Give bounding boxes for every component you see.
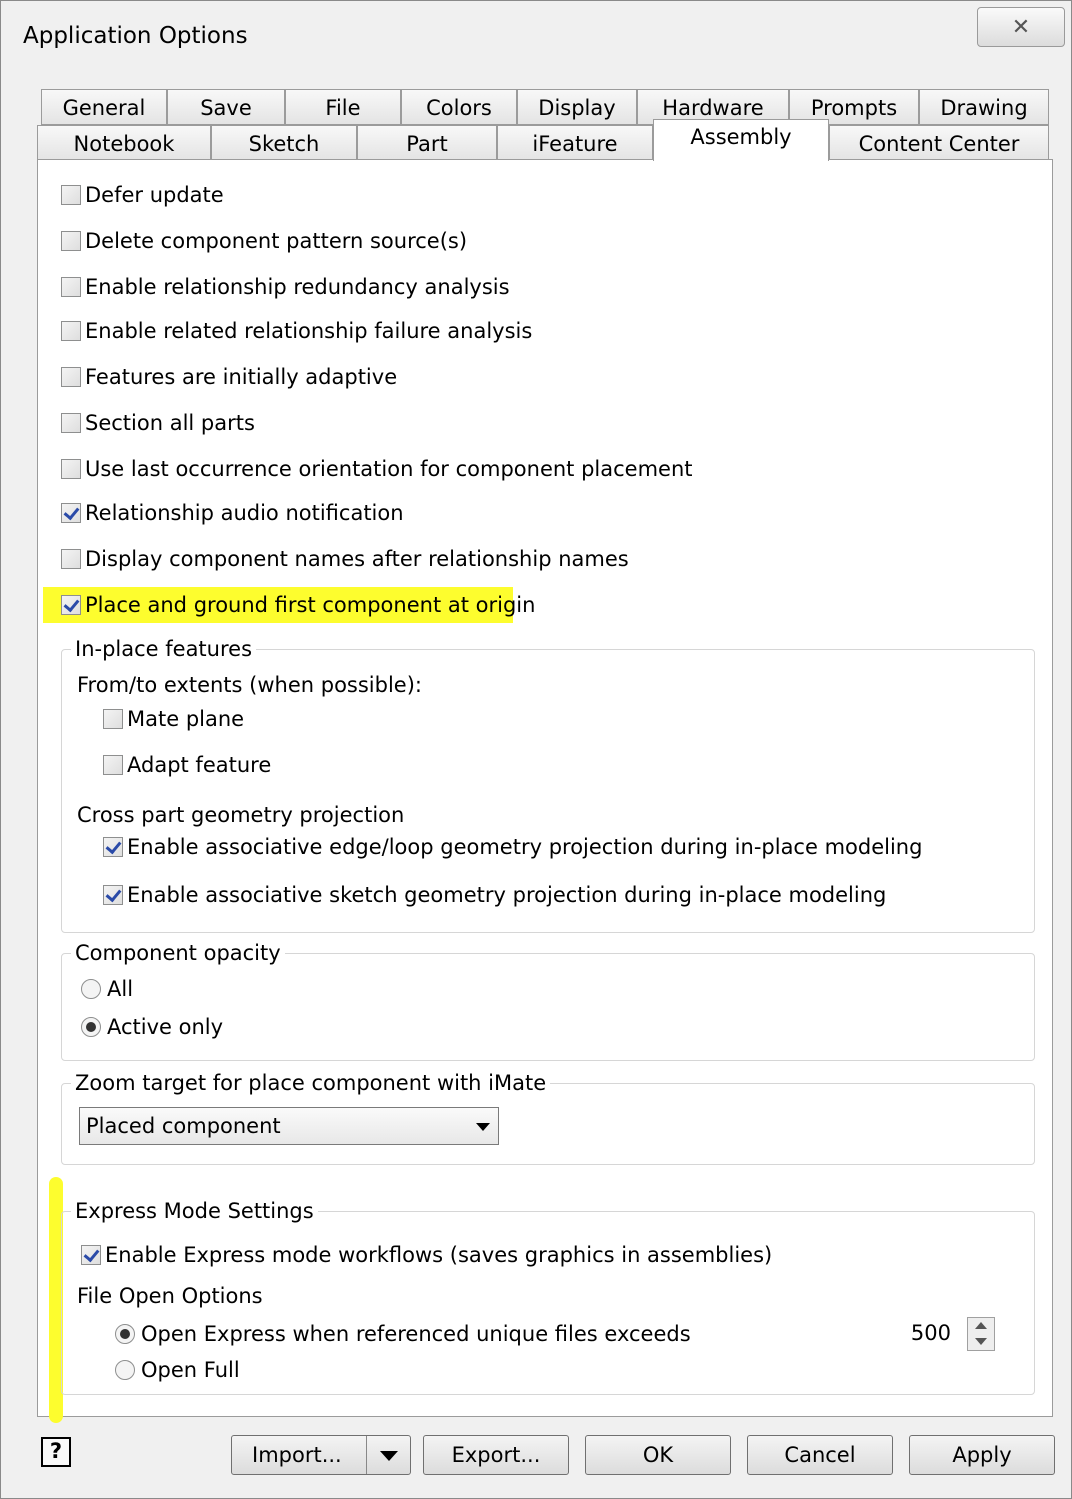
tab-part[interactable]: Part xyxy=(357,125,497,161)
arrow-down-icon[interactable] xyxy=(975,1338,987,1345)
application-options-dialog: Application Options ✕ General Save File … xyxy=(0,0,1072,1499)
zoom-target-dropdown[interactable]: Placed component xyxy=(79,1107,499,1145)
audio-notification-checkbox[interactable] xyxy=(61,503,81,523)
display-component-names-checkbox[interactable] xyxy=(61,549,81,569)
option-label: Open Full xyxy=(141,1358,240,1382)
close-icon: ✕ xyxy=(1011,15,1031,40)
apply-button[interactable]: Apply xyxy=(909,1435,1055,1475)
import-label: Import... xyxy=(252,1443,342,1467)
adapt-feature-checkbox[interactable] xyxy=(103,755,123,775)
option-label: Place and ground first component at orig… xyxy=(85,593,536,617)
defer-update-checkbox[interactable] xyxy=(61,185,81,205)
opacity-all-option[interactable]: All xyxy=(81,977,133,1001)
file-threshold-spinner[interactable]: 500 xyxy=(849,1315,999,1353)
tab-ifeature[interactable]: iFeature xyxy=(497,125,653,161)
option-label: Features are initially adaptive xyxy=(85,365,398,389)
option-defer-update[interactable]: Defer update xyxy=(61,183,224,207)
failure-analysis-checkbox[interactable] xyxy=(61,321,81,341)
split-divider xyxy=(366,1436,367,1474)
option-label: Enable relationship redundancy analysis xyxy=(85,275,510,299)
import-button[interactable]: Import... xyxy=(231,1435,411,1475)
option-label: Adapt feature xyxy=(127,753,272,777)
opacity-active-only-option[interactable]: Active only xyxy=(81,1015,223,1039)
option-features-adaptive[interactable]: Features are initially adaptive xyxy=(61,365,397,389)
edge-loop-projection-checkbox[interactable] xyxy=(103,837,123,857)
tab-display[interactable]: Display xyxy=(517,89,637,125)
option-ground-first-component[interactable]: Place and ground first component at orig… xyxy=(61,593,535,617)
export-button[interactable]: Export... xyxy=(423,1435,569,1475)
option-label: Open Express when referenced unique file… xyxy=(141,1322,691,1346)
dropdown-value: Placed component xyxy=(86,1114,281,1138)
inplace-features-title: In-place features xyxy=(71,637,257,661)
option-edge-loop-projection[interactable]: Enable associative edge/loop geometry pr… xyxy=(103,835,922,859)
component-opacity-title: Component opacity xyxy=(71,941,285,965)
option-enable-express[interactable]: Enable Express mode workflows (saves gra… xyxy=(81,1243,772,1267)
open-full-option[interactable]: Open Full xyxy=(115,1358,240,1382)
chevron-down-icon[interactable] xyxy=(380,1451,398,1461)
spinner-buttons[interactable] xyxy=(967,1317,995,1351)
option-label: Mate plane xyxy=(127,707,245,731)
option-sketch-projection[interactable]: Enable associative sketch geometry proje… xyxy=(103,883,886,907)
option-delete-pattern-source[interactable]: Delete component pattern source(s) xyxy=(61,229,467,253)
option-label: Enable Express mode workflows (saves gra… xyxy=(105,1243,773,1267)
open-full-radio[interactable] xyxy=(115,1360,135,1380)
chevron-down-icon xyxy=(476,1123,490,1131)
option-section-all-parts[interactable]: Section all parts xyxy=(61,411,255,435)
option-last-occurrence-orientation[interactable]: Use last occurrence orientation for comp… xyxy=(61,457,693,481)
tab-sketch[interactable]: Sketch xyxy=(211,125,357,161)
option-mate-plane[interactable]: Mate plane xyxy=(103,707,244,731)
open-express-radio[interactable] xyxy=(115,1324,135,1344)
extents-label: From/to extents (when possible): xyxy=(77,673,422,697)
tab-colors[interactable]: Colors xyxy=(401,89,517,125)
cancel-button[interactable]: Cancel xyxy=(747,1435,893,1475)
zoom-target-title: Zoom target for place component with iMa… xyxy=(71,1071,551,1095)
help-button[interactable]: ? xyxy=(41,1437,71,1467)
option-label: Use last occurrence orientation for comp… xyxy=(85,457,693,481)
dialog-title: Application Options xyxy=(23,23,248,49)
option-label: Section all parts xyxy=(85,411,255,435)
option-label: Enable related relationship failure anal… xyxy=(85,319,533,343)
tab-file[interactable]: File xyxy=(285,89,401,125)
file-open-options-label: File Open Options xyxy=(77,1284,263,1308)
ok-button[interactable]: OK xyxy=(585,1435,731,1475)
open-express-option[interactable]: Open Express when referenced unique file… xyxy=(115,1322,691,1346)
sketch-projection-checkbox[interactable] xyxy=(103,885,123,905)
option-label: Enable associative edge/loop geometry pr… xyxy=(127,835,923,859)
option-failure-analysis[interactable]: Enable related relationship failure anal… xyxy=(61,319,532,343)
option-display-component-names[interactable]: Display component names after relationsh… xyxy=(61,547,629,571)
express-mode-title: Express Mode Settings xyxy=(71,1199,318,1223)
option-label: Active only xyxy=(107,1015,224,1039)
arrow-up-icon[interactable] xyxy=(975,1322,987,1329)
option-label: Enable associative sketch geometry proje… xyxy=(127,883,887,907)
projection-label: Cross part geometry projection xyxy=(77,803,405,827)
ground-first-component-checkbox[interactable] xyxy=(61,595,81,615)
tab-content-center[interactable]: Content Center xyxy=(829,125,1049,161)
tab-assembly[interactable]: Assembly xyxy=(653,119,829,161)
tab-general[interactable]: General xyxy=(41,89,167,125)
option-audio-notification[interactable]: Relationship audio notification xyxy=(61,501,404,525)
option-label: Defer update xyxy=(85,183,224,207)
help-icon: ? xyxy=(49,1439,63,1463)
tab-save[interactable]: Save xyxy=(167,89,285,125)
option-label: All xyxy=(107,977,134,1001)
opacity-all-radio[interactable] xyxy=(81,979,101,999)
option-label: Display component names after relationsh… xyxy=(85,547,629,571)
redundancy-analysis-checkbox[interactable] xyxy=(61,277,81,297)
delete-pattern-source-checkbox[interactable] xyxy=(61,231,81,251)
option-adapt-feature[interactable]: Adapt feature xyxy=(103,753,271,777)
option-label: Delete component pattern source(s) xyxy=(85,229,468,253)
option-label: Relationship audio notification xyxy=(85,501,404,525)
mate-plane-checkbox[interactable] xyxy=(103,709,123,729)
tab-notebook[interactable]: Notebook xyxy=(37,125,211,161)
last-occurrence-checkbox[interactable] xyxy=(61,459,81,479)
threshold-value: 500 xyxy=(910,1321,951,1345)
section-all-parts-checkbox[interactable] xyxy=(61,413,81,433)
tab-drawing[interactable]: Drawing xyxy=(919,89,1049,125)
close-button[interactable]: ✕ xyxy=(977,7,1065,47)
enable-express-checkbox[interactable] xyxy=(81,1245,101,1265)
option-redundancy-analysis[interactable]: Enable relationship redundancy analysis xyxy=(61,275,510,299)
features-adaptive-checkbox[interactable] xyxy=(61,367,81,387)
component-opacity-group xyxy=(61,953,1035,1061)
opacity-active-only-radio[interactable] xyxy=(81,1017,101,1037)
